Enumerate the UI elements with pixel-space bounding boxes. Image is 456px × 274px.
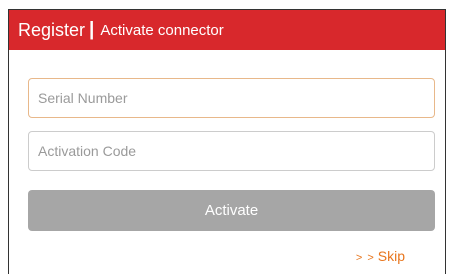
- skip-label: Skip: [377, 248, 405, 264]
- activate-button[interactable]: Activate: [28, 190, 435, 231]
- skip-link[interactable]: > > Skip: [356, 248, 405, 264]
- skip-arrows-icon: > >: [355, 252, 375, 264]
- serial-number-input[interactable]: [28, 78, 435, 118]
- header-title: Register: [18, 19, 86, 40]
- register-panel: Register | Activate connector Activate >…: [8, 9, 446, 274]
- header-separator: |: [89, 19, 95, 40]
- header-subtitle: Activate connector: [100, 21, 224, 39]
- activation-code-input[interactable]: [28, 131, 435, 171]
- header-bar: Register | Activate connector: [9, 10, 445, 50]
